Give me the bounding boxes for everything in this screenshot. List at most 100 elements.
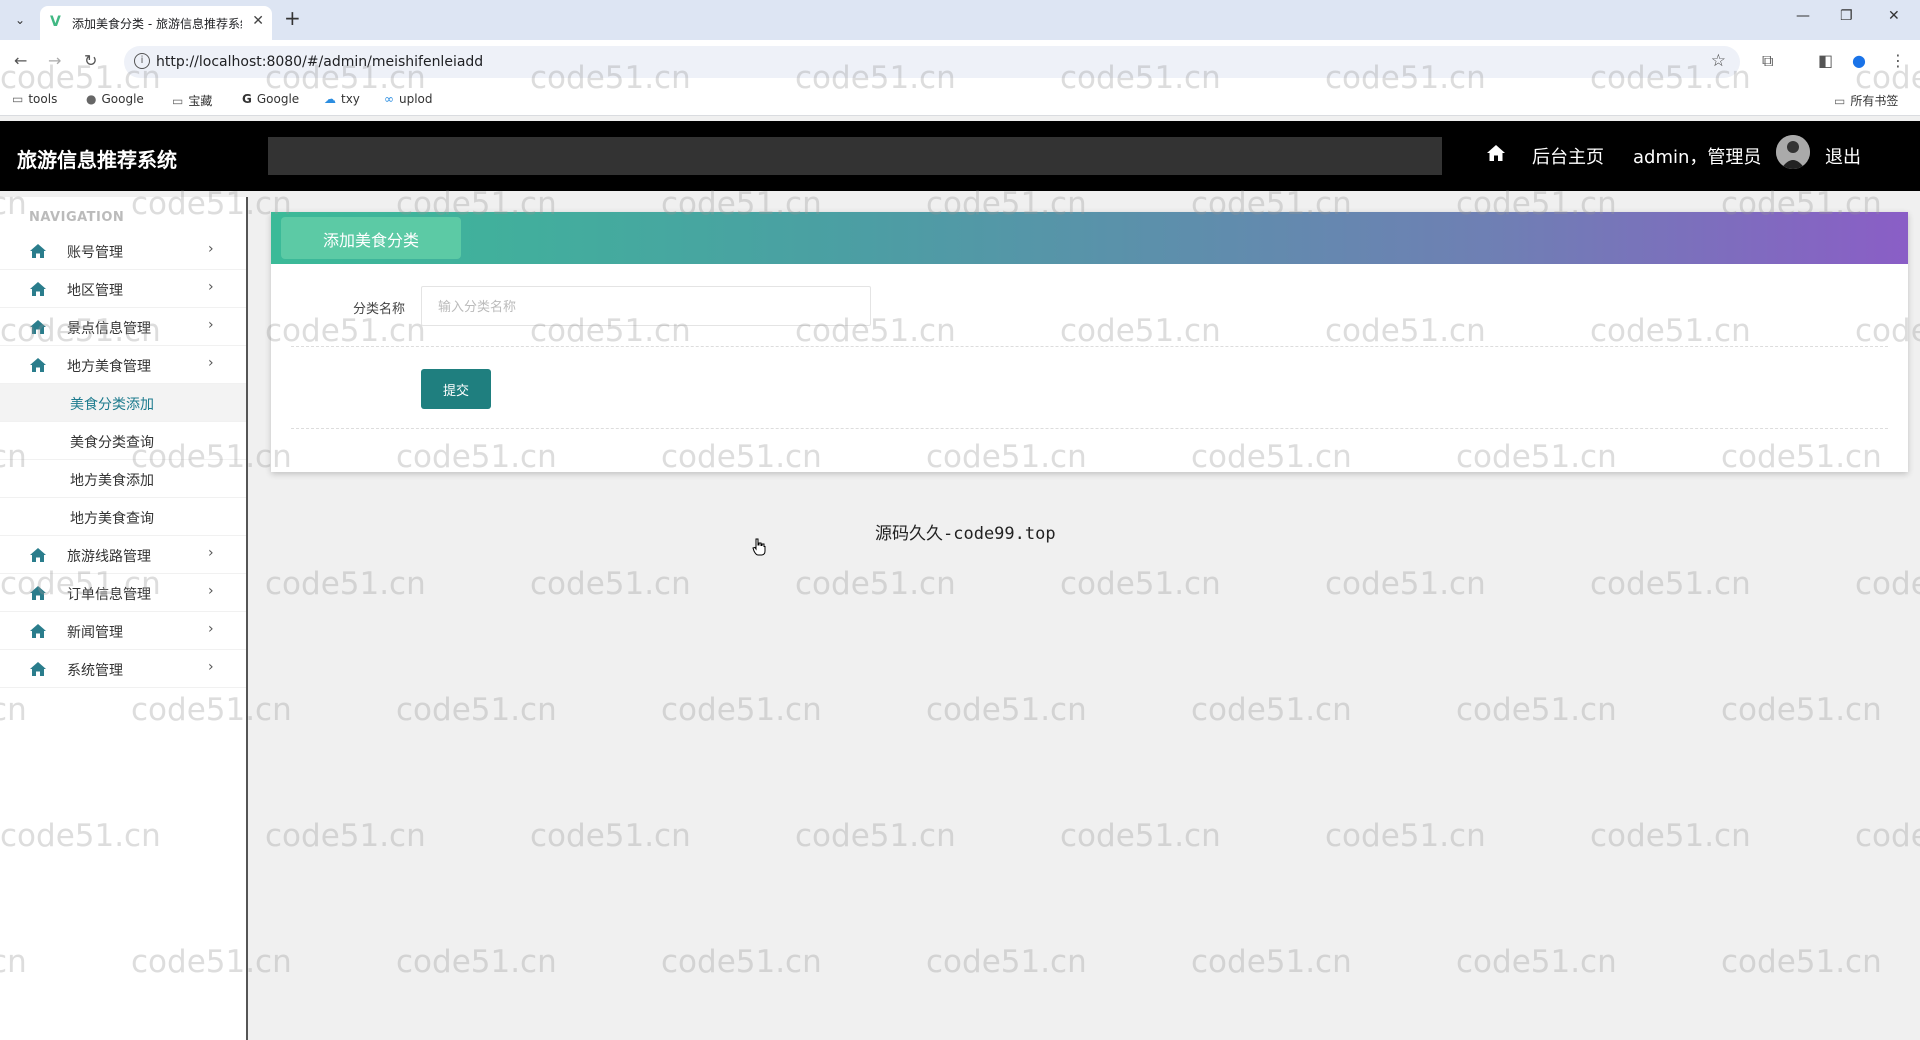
chevron-right-icon: › — [208, 241, 214, 257]
sidebar-item-label: 旅游线路管理 — [67, 549, 151, 565]
bookmark-treasure[interactable]: ▭ 宝藏 — [172, 92, 212, 109]
hand-cursor-icon — [752, 538, 766, 556]
site-info-icon[interactable]: i — [134, 53, 150, 69]
sidebar-item-attractions[interactable]: 景点信息管理 › — [0, 308, 246, 346]
watermark-text: code51.cn — [795, 818, 956, 854]
sidebar-item-label: 景点信息管理 — [67, 321, 151, 337]
address-bar[interactable]: i http://localhost:8080/#/admin/meishife… — [124, 46, 1740, 78]
sidebar-item-region[interactable]: 地区管理 › — [0, 270, 246, 308]
watermark-text: code51.cn — [396, 692, 557, 728]
restore-icon[interactable]: ❐ — [1840, 8, 1853, 24]
new-tab-icon[interactable]: + — [284, 6, 301, 30]
home-icon — [30, 586, 46, 600]
minimize-icon[interactable]: — — [1796, 8, 1810, 24]
extensions-icon[interactable]: ⧉ — [1762, 51, 1773, 71]
google-icon: G — [242, 92, 252, 106]
chevron-right-icon: › — [208, 317, 214, 333]
browser-tab[interactable]: V 添加美食分类 - 旅游信息推荐系统 ✕ — [40, 6, 272, 40]
back-icon[interactable]: ← — [14, 51, 27, 70]
watermark-text: code51.cn — [265, 566, 426, 602]
watermark-text: code51.cn — [1721, 692, 1882, 728]
sidebar-subitem-local-food-query[interactable]: 地方美食查询 — [0, 498, 246, 536]
browser-tab-bar: ⌄ V 添加美食分类 - 旅游信息推荐系统 ✕ + — ❐ ✕ — [0, 0, 1920, 40]
chevron-right-icon: › — [208, 583, 214, 599]
current-user: admin，管理员 — [1633, 147, 1762, 168]
sidebar-subitem-food-category-query[interactable]: 美食分类查询 — [0, 422, 246, 460]
chevron-right-icon: › — [208, 659, 214, 675]
reload-icon[interactable]: ↻ — [84, 51, 97, 70]
watermark-text: code51.cn — [1721, 944, 1882, 980]
watermark-text: code51.cn — [1191, 944, 1352, 980]
panel-title: 添加美食分类 — [322, 231, 419, 250]
bookmark-star-icon[interactable]: ☆ — [1711, 51, 1726, 71]
watermark-text: code51.cn — [1060, 818, 1221, 854]
nav-heading: NAVIGATION — [29, 210, 125, 225]
form-panel: 添加美食分类 分类名称 提交 — [271, 212, 1908, 472]
bookmark-uplod[interactable]: ∞ uplod — [384, 92, 433, 106]
watermark-text: code51.cn — [1590, 566, 1751, 602]
watermark-text: code51.cn — [396, 944, 557, 980]
sidebar-item-routes[interactable]: 旅游线路管理 › — [0, 536, 246, 574]
sidebar-item-news[interactable]: 新闻管理 › — [0, 612, 246, 650]
bookmark-google-2[interactable]: G Google — [242, 92, 299, 106]
window-close-icon[interactable]: ✕ — [1888, 8, 1900, 24]
address-url[interactable]: http://localhost:8080/#/admin/meishifenl… — [156, 54, 483, 70]
submit-button[interactable]: 提交 — [421, 369, 491, 409]
folder-icon: ▭ — [172, 94, 184, 108]
tab-close-icon[interactable]: ✕ — [252, 13, 264, 29]
menu-dots-icon[interactable]: ⋮ — [1890, 51, 1906, 70]
home-icon — [30, 282, 46, 296]
watermark-text: code51.cn — [265, 818, 426, 854]
sidebar-item-label: 地方美食管理 — [67, 359, 151, 375]
watermark-text: code51.cn — [1191, 692, 1352, 728]
bookmark-google[interactable]: ● Google — [86, 92, 144, 106]
tab-list-chevron-icon[interactable]: ⌄ — [8, 9, 32, 31]
avatar[interactable] — [1776, 135, 1810, 169]
sidebar-item-orders[interactable]: 订单信息管理 › — [0, 574, 246, 612]
watermark-text: code51.cn — [1855, 818, 1920, 854]
sidebar-item-label: 地区管理 — [67, 283, 123, 299]
sidebar-subitem-local-food-add[interactable]: 地方美食添加 — [0, 460, 246, 498]
watermark-text: code51.cn — [1325, 566, 1486, 602]
logout-link[interactable]: 退出 — [1825, 143, 1861, 169]
admin-home-link[interactable]: 后台主页 — [1532, 143, 1604, 169]
folder-icon: ▭ — [1834, 94, 1846, 108]
panel-title-tab: 添加美食分类 — [281, 217, 461, 259]
panel-header: 添加美食分类 — [271, 212, 1908, 264]
sidebar-subitem-label: 地方美食添加 — [70, 473, 154, 489]
sidebar-nav: NAVIGATION 账号管理 › 地区管理 › 景点信息管理 › 地方美食管理… — [0, 197, 248, 1040]
sidebar-item-label: 新闻管理 — [67, 625, 123, 641]
sidebar-item-local-food[interactable]: 地方美食管理 › — [0, 346, 246, 384]
watermark-text: code51.cn — [795, 566, 956, 602]
watermark-text: code51.cn — [530, 566, 691, 602]
chevron-right-icon: › — [208, 621, 214, 637]
watermark-text: code51.cn — [661, 944, 822, 980]
sidebar-item-label: 订单信息管理 — [67, 587, 151, 603]
sidebar-subitem-food-category-add[interactable]: 美食分类添加 — [0, 384, 246, 422]
sidebar-subitem-label: 地方美食查询 — [70, 511, 154, 527]
sidebar-item-system[interactable]: 系统管理 › — [0, 650, 246, 688]
home-icon — [30, 624, 46, 638]
bookmark-tools[interactable]: ▭ tools — [12, 92, 57, 106]
all-bookmarks[interactable]: ▭ 所有书签 — [1834, 92, 1898, 109]
sidebar-subitem-label: 美食分类添加 — [70, 397, 154, 413]
bookmark-txy[interactable]: ☁ txy — [324, 92, 360, 106]
watermark-text: code51.cn — [1590, 818, 1751, 854]
profile-icon[interactable]: ● — [1852, 51, 1866, 70]
vue-favicon-icon: V — [50, 14, 61, 30]
sidebar-subitem-label: 美食分类查询 — [70, 435, 154, 451]
browser-toolbar: ← → ↻ i http://localhost:8080/#/admin/me… — [0, 40, 1920, 84]
footer-text: 源码久久-code99.top — [875, 524, 1056, 544]
watermark-text: code51.cn — [926, 692, 1087, 728]
home-icon[interactable] — [1486, 143, 1506, 163]
category-name-input[interactable] — [421, 286, 871, 326]
divider — [291, 428, 1888, 429]
watermark-text: code51.cn — [1855, 566, 1920, 602]
watermark-text: code51.cn — [661, 692, 822, 728]
sidebar-item-account[interactable]: 账号管理 › — [0, 232, 246, 270]
watermark-text: code51.cn — [1060, 566, 1221, 602]
side-panel-icon[interactable]: ◧ — [1818, 51, 1833, 70]
globe-icon: ● — [86, 92, 97, 106]
forward-icon[interactable]: → — [48, 51, 61, 70]
home-icon — [30, 244, 46, 258]
